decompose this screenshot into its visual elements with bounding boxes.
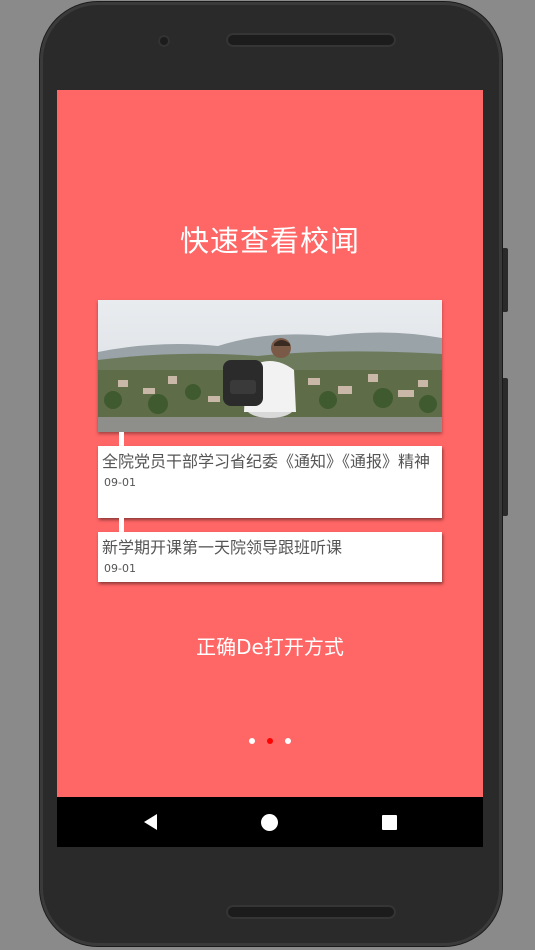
timeline-connector: [119, 432, 124, 446]
news-title: 全院党员干部学习省纪委《通知》《通报》精神: [102, 452, 431, 471]
home-circle-icon: [260, 813, 278, 831]
recents-square-icon: [381, 814, 397, 830]
volume-rocker[interactable]: [502, 378, 508, 516]
timeline-connector: [119, 518, 124, 532]
news-item[interactable]: 新学期开课第一天院领导跟班听课 09-01: [98, 532, 442, 582]
earpiece-speaker: [226, 33, 396, 47]
home-button[interactable]: [239, 797, 299, 847]
page-dot[interactable]: [285, 738, 291, 744]
back-triangle-icon: [143, 814, 157, 830]
bottom-speaker: [226, 905, 396, 919]
recents-button[interactable]: [359, 797, 419, 847]
page-dot-active[interactable]: [267, 738, 273, 744]
page-dot[interactable]: [249, 738, 255, 744]
photo-backpacker-icon: [98, 300, 442, 432]
page-subtitle: 正确De打开方式: [196, 635, 344, 659]
app-screen: 快速查看校闻 全院党员干部学习省纪委《通知》《通报》精神 09-01 新学期开课…: [57, 90, 483, 797]
news-date: 09-01: [104, 562, 136, 575]
page-title: 快速查看校闻: [179, 224, 360, 258]
system-navigation-bar: [57, 797, 483, 847]
news-title: 新学期开课第一天院领导跟班听课: [102, 538, 343, 557]
power-button[interactable]: [502, 248, 508, 312]
news-date: 09-01: [104, 476, 136, 489]
news-item[interactable]: 全院党员干部学习省纪委《通知》《通报》精神 09-01: [98, 446, 442, 518]
front-camera-icon: [158, 35, 170, 47]
page-indicator: [57, 738, 483, 744]
back-button[interactable]: [120, 797, 180, 847]
hero-image[interactable]: [98, 300, 442, 432]
